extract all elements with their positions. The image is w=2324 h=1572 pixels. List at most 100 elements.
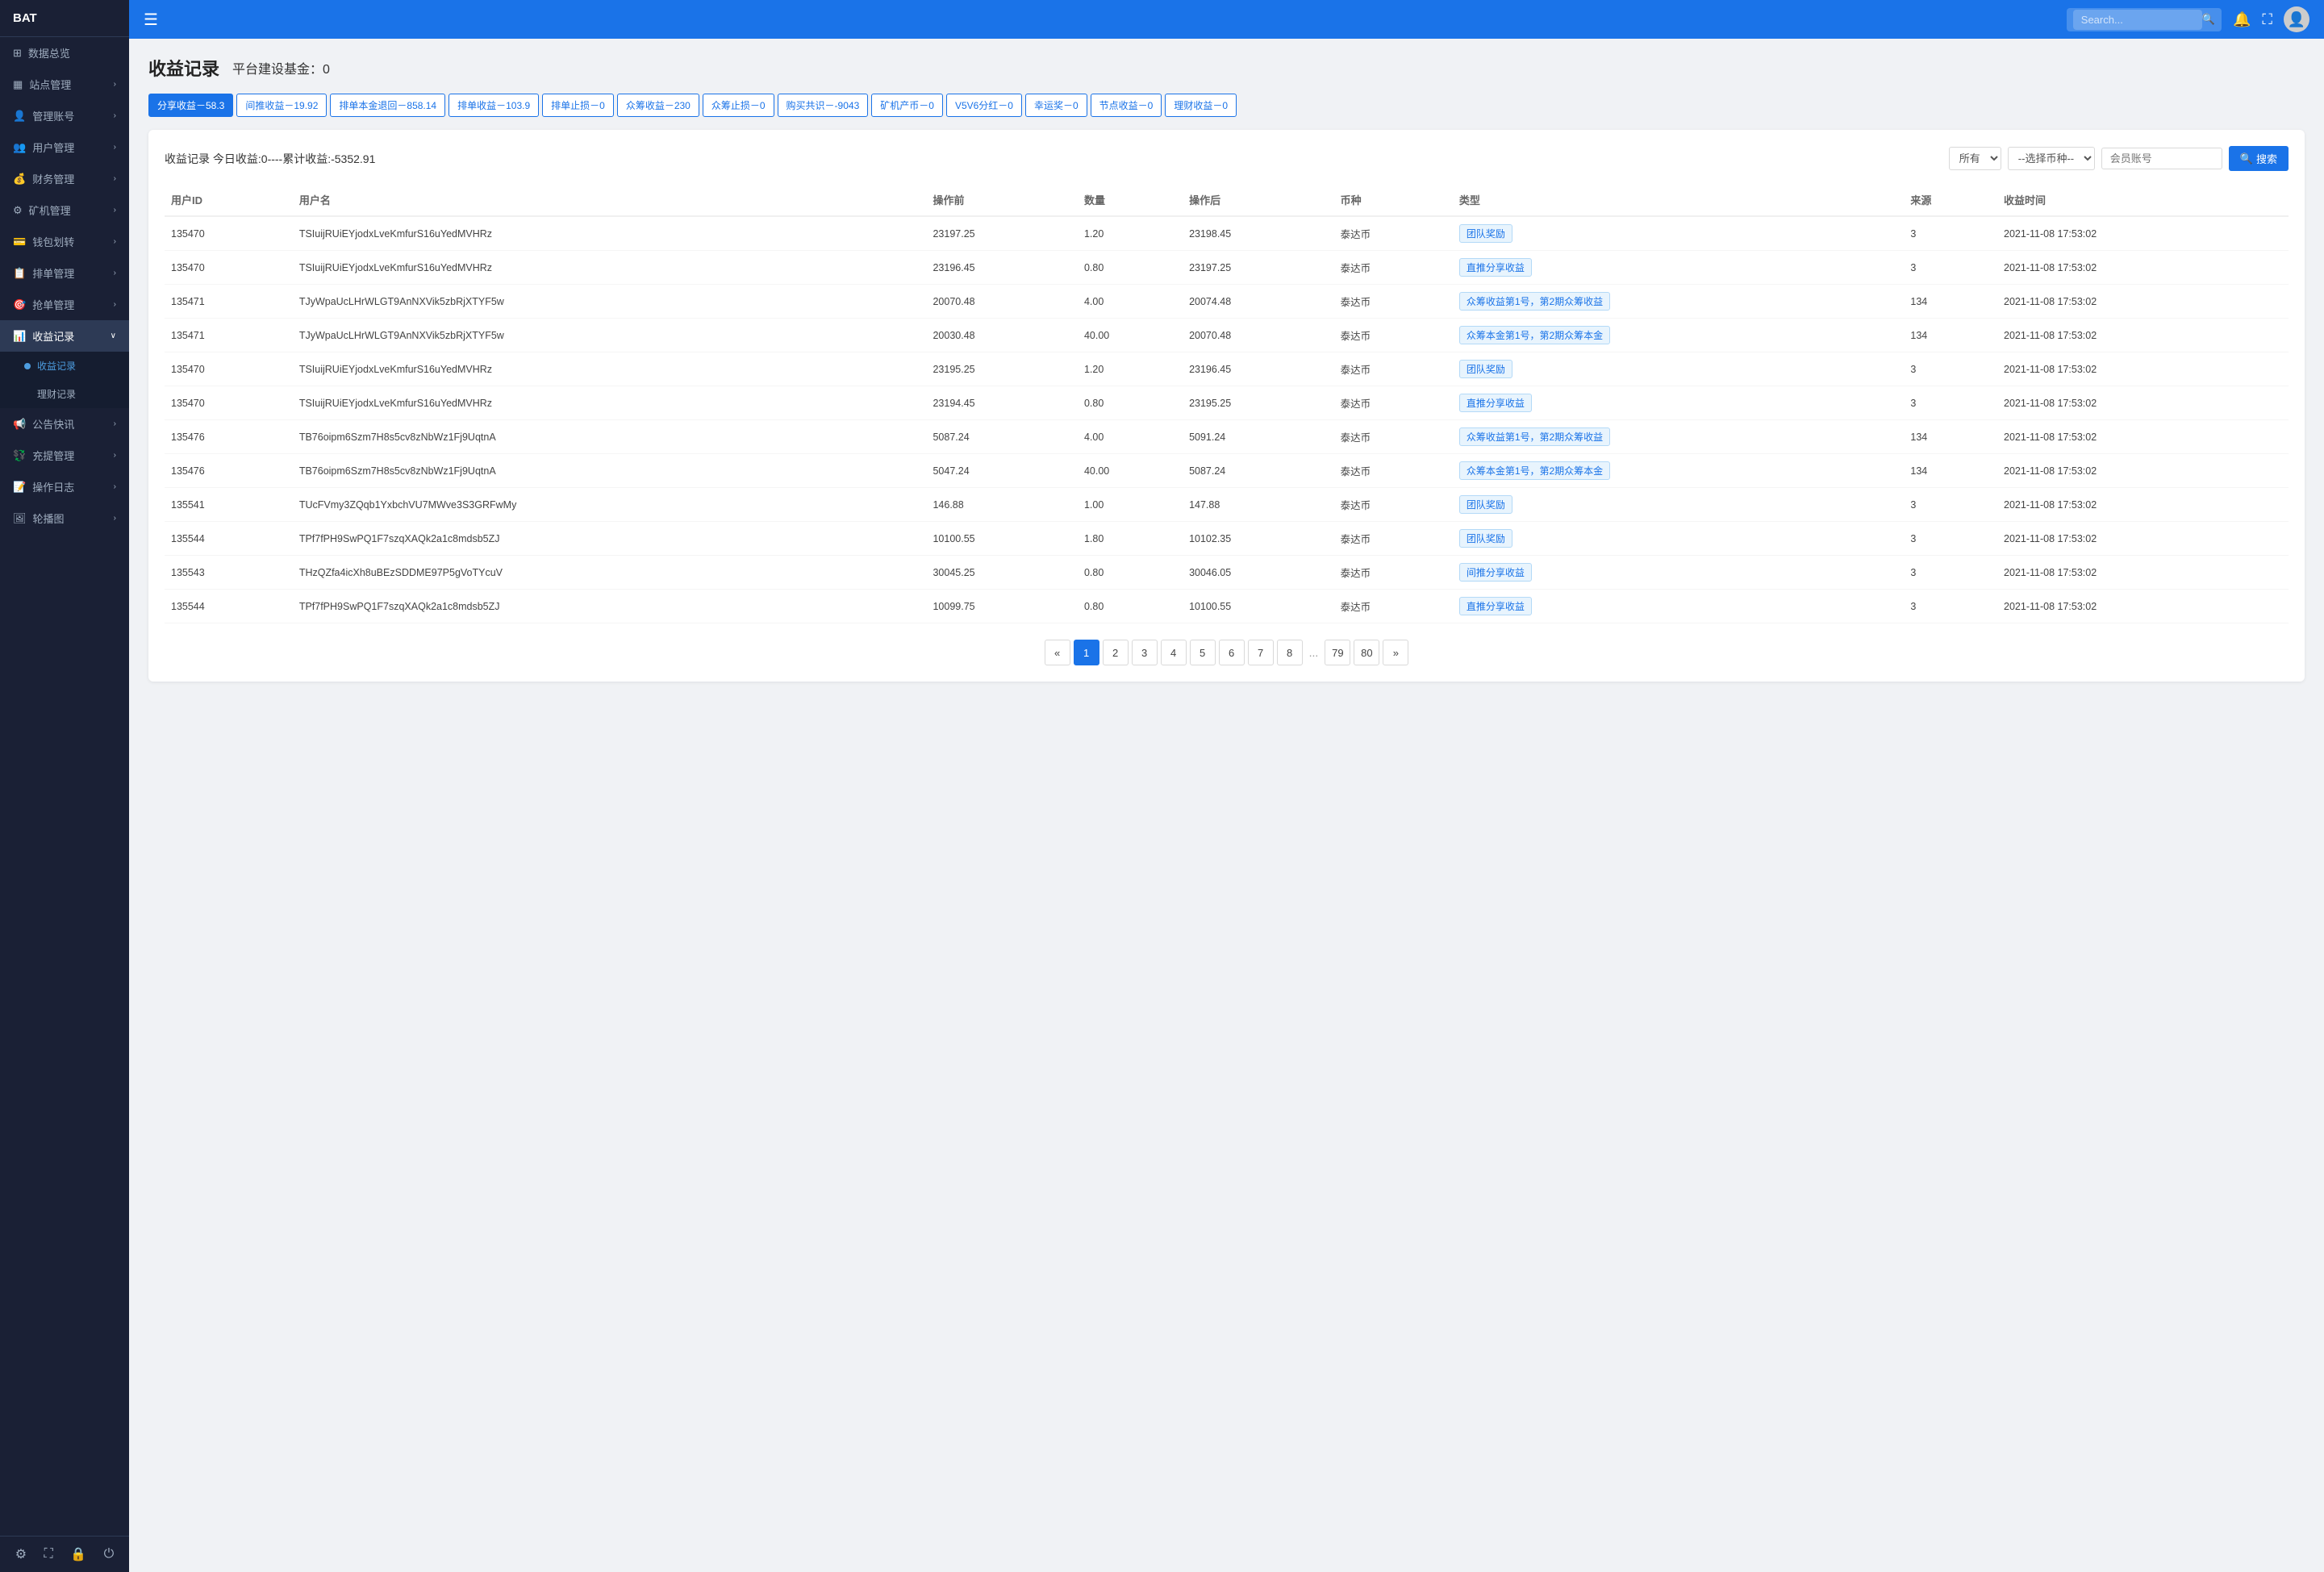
- table-cell: 23197.25: [926, 216, 1078, 251]
- bell-icon[interactable]: 🔔: [2233, 11, 2251, 28]
- topbar-right: 🔍 🔔 ⛶ 👤: [2067, 6, 2309, 32]
- pagination-page-4[interactable]: 4: [1161, 640, 1187, 665]
- earnings-icon: 📊: [13, 330, 26, 343]
- sidebar-item-miner[interactable]: ⚙ 矿机管理 ›: [0, 194, 129, 226]
- sidebar-subitem-earnings-record[interactable]: 收益记录: [0, 352, 129, 380]
- filter-tab-0[interactable]: 分享收益－58.3: [148, 94, 233, 117]
- filter-tab-11[interactable]: 节点收益－0: [1091, 94, 1162, 117]
- menu-icon[interactable]: ☰: [144, 10, 158, 30]
- table-cell: 1.80: [1078, 522, 1183, 556]
- table-cell: 2021-11-08 17:53:02: [1997, 386, 2289, 420]
- column-header: 用户名: [293, 184, 927, 216]
- column-header: 用户ID: [165, 184, 293, 216]
- fullscreen-icon[interactable]: ⛶: [2262, 11, 2272, 28]
- filter-tab-12[interactable]: 理财收益－0: [1165, 94, 1237, 117]
- lock-icon[interactable]: 🔒: [70, 1546, 86, 1562]
- pagination-page-5[interactable]: 5: [1190, 640, 1216, 665]
- sidebar-item-account[interactable]: 👤 管理账号 ›: [0, 100, 129, 131]
- table-cell: 3: [1904, 386, 1997, 420]
- pagination-next[interactable]: »: [1383, 640, 1408, 665]
- table-cell: 2021-11-08 17:53:02: [1997, 352, 2289, 386]
- pagination-page-3[interactable]: 3: [1132, 640, 1158, 665]
- table-row: 135471TJyWpaUcLHrWLGT9AnNXVik5zbRjXTYF5w…: [165, 319, 2289, 352]
- chevron-right-icon: ›: [114, 451, 116, 460]
- table-cell: 20030.48: [926, 319, 1078, 352]
- avatar[interactable]: 👤: [2284, 6, 2309, 32]
- table-cell: 间推分享收益: [1453, 556, 1905, 590]
- sidebar-item-dashboard[interactable]: ⊞ 数据总览: [0, 37, 129, 69]
- sidebar-item-order[interactable]: 📋 排单管理 ›: [0, 257, 129, 289]
- sidebar-item-label: 排单管理: [32, 265, 74, 281]
- table-cell: 135470: [165, 251, 293, 285]
- pagination-page-80[interactable]: 80: [1354, 640, 1379, 665]
- pagination-prev[interactable]: «: [1045, 640, 1070, 665]
- table-cell: 23196.45: [926, 251, 1078, 285]
- table-cell: 10100.55: [926, 522, 1078, 556]
- sidebar-item-wallet[interactable]: 💳 钱包划转 ›: [0, 226, 129, 257]
- table-cell: 2021-11-08 17:53:02: [1997, 285, 2289, 319]
- sidebar-item-notice[interactable]: 📢 公告快讯 ›: [0, 408, 129, 440]
- sidebar-item-grab[interactable]: 🎯 抢单管理 ›: [0, 289, 129, 320]
- pagination-page-6[interactable]: 6: [1219, 640, 1245, 665]
- search-icon[interactable]: 🔍: [2202, 13, 2215, 26]
- sidebar-item-earnings[interactable]: 📊 收益记录 ∨: [0, 320, 129, 352]
- filter-tab-2[interactable]: 排单本金退回－858.14: [330, 94, 445, 117]
- main-area: ☰ 🔍 🔔 ⛶ 👤 收益记录 平台建设基金：0 分享收益－58.3间推收益－19…: [129, 0, 2324, 1572]
- sidebar-item-user[interactable]: 👥 用户管理 ›: [0, 131, 129, 163]
- sidebar-item-label: 矿机管理: [29, 202, 71, 218]
- filter-tab-1[interactable]: 间推收益－19.92: [236, 94, 327, 117]
- sidebar-item-banner[interactable]: 🖼 轮播图 ›: [0, 502, 129, 534]
- column-header: 收益时间: [1997, 184, 2289, 216]
- chevron-right-icon: ›: [114, 206, 116, 215]
- chevron-right-icon: ›: [114, 80, 116, 89]
- chevron-right-icon: ›: [114, 482, 116, 491]
- table-row: 135543THzQZfa4icXh8uBEzSDDME97P5gVoTYcuV…: [165, 556, 2289, 590]
- filter-tab-10[interactable]: 幸运奖－0: [1025, 94, 1087, 117]
- settings-icon[interactable]: ⚙: [15, 1546, 27, 1562]
- filter-tab-5[interactable]: 众筹收益－230: [617, 94, 699, 117]
- finance-icon: 💰: [13, 173, 26, 186]
- filter-tab-3[interactable]: 排单收益－103.9: [449, 94, 539, 117]
- table-cell: 0.80: [1078, 386, 1183, 420]
- power-icon[interactable]: ⏻: [104, 1547, 115, 1562]
- pagination-page-1[interactable]: 1: [1074, 640, 1099, 665]
- filter-tab-8[interactable]: 矿机产币－0: [871, 94, 943, 117]
- sidebar-item-station[interactable]: ▦ 站点管理 ›: [0, 69, 129, 100]
- search-button[interactable]: 🔍 搜索: [2229, 146, 2289, 171]
- filter-tab-6[interactable]: 众筹止损－0: [703, 94, 774, 117]
- table-cell: 3: [1904, 216, 1997, 251]
- wallet-icon: 💳: [13, 236, 26, 248]
- table-cell: 众筹收益第1号，第2期众筹收益: [1453, 420, 1905, 454]
- table-row: 135470TSIuijRUiEYjodxLveKmfurS16uYedMVHR…: [165, 352, 2289, 386]
- table-cell: 135470: [165, 352, 293, 386]
- table-cell: 40.00: [1078, 319, 1183, 352]
- pagination-page-2[interactable]: 2: [1103, 640, 1129, 665]
- table-cell: 2021-11-08 17:53:02: [1997, 556, 2289, 590]
- table-cell: 2021-11-08 17:53:02: [1997, 454, 2289, 488]
- sidebar-subitem-finance-record[interactable]: 理财记录: [0, 380, 129, 408]
- filter-tab-9[interactable]: V5V6分红－0: [946, 94, 1022, 117]
- chevron-right-icon: ›: [114, 143, 116, 152]
- table-cell: 2021-11-08 17:53:02: [1997, 590, 2289, 623]
- sidebar-item-log[interactable]: 📝 操作日志 ›: [0, 471, 129, 502]
- expand-icon[interactable]: ⛶: [44, 1547, 53, 1562]
- filter-tab-7[interactable]: 购买共识－-9043: [778, 94, 869, 117]
- filter-tab-4[interactable]: 排单止损－0: [542, 94, 614, 117]
- table-cell: 30046.05: [1183, 556, 1334, 590]
- search-input[interactable]: [2073, 10, 2202, 30]
- table-row: 135476TB76oipm6Szm7H8s5cv8zNbWz1Fj9UqtnA…: [165, 454, 2289, 488]
- pagination-page-8[interactable]: 8: [1277, 640, 1303, 665]
- pagination-page-7[interactable]: 7: [1248, 640, 1274, 665]
- account-input[interactable]: [2101, 148, 2222, 169]
- table-cell: 众筹本金第1号，第2期众筹本金: [1453, 454, 1905, 488]
- table-cell: 直推分享收益: [1453, 251, 1905, 285]
- notice-icon: 📢: [13, 418, 26, 431]
- sidebar-item-finance[interactable]: 💰 财务管理 ›: [0, 163, 129, 194]
- coin-select[interactable]: --选择币种--: [2008, 147, 2095, 170]
- table-cell: 5047.24: [926, 454, 1078, 488]
- filter-tabs: 分享收益－58.3间推收益－19.92排单本金退回－858.14排单收益－103…: [148, 94, 2305, 117]
- scope-select[interactable]: 所有: [1949, 147, 2001, 170]
- table-cell: 2021-11-08 17:53:02: [1997, 488, 2289, 522]
- pagination-page-79[interactable]: 79: [1325, 640, 1350, 665]
- sidebar-item-recharge[interactable]: 💱 充提管理 ›: [0, 440, 129, 471]
